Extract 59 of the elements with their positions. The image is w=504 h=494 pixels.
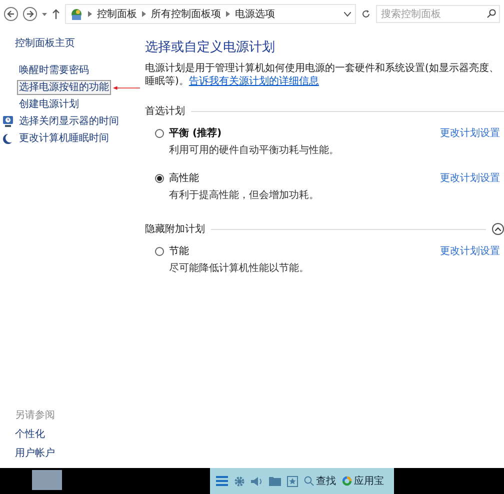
sidebar-link[interactable]: 选择关闭显示器的时间 (17, 114, 121, 129)
arrow-left-icon (7, 10, 15, 18)
up-arrow-icon[interactable] (52, 9, 60, 19)
plan-name: 高性能 (169, 172, 200, 185)
sidebar-link[interactable]: 个性化 (15, 427, 140, 441)
monitor-clock-icon (2, 116, 12, 127)
change-plan-link[interactable]: 更改计划设置 (440, 244, 500, 258)
bookmark-star-icon[interactable] (287, 476, 298, 486)
page-title: 选择或自定义电源计划 (145, 39, 276, 56)
search-icon[interactable] (487, 9, 496, 18)
refresh-icon[interactable] (361, 9, 371, 19)
collapse-button[interactable] (492, 223, 504, 235)
control-panel-icon (70, 8, 83, 20)
change-plan-link[interactable]: 更改计划设置 (440, 126, 500, 140)
sidebar-link[interactable]: 更改计算机睡眠时间 (17, 131, 111, 146)
section-heading: 另请参阅 (15, 408, 56, 422)
chevron-up-icon (495, 227, 501, 231)
arrow-right-icon (26, 10, 34, 18)
sidebar-link[interactable]: 创建电源计划 (17, 97, 81, 112)
plan-name: 平衡 (推荐) (169, 126, 223, 140)
section-heading: 隐藏附加计划 (145, 222, 205, 236)
chevron-right-icon (88, 11, 92, 17)
breadcrumb[interactable]: 控制面板 (97, 7, 137, 21)
app-store-button[interactable]: 应用宝 (342, 474, 384, 488)
moon-icon (3, 134, 12, 144)
radio-button[interactable] (155, 174, 164, 182)
sidebar-link[interactable]: 唤醒时需要密码 (17, 63, 91, 78)
sidebar-link[interactable]: 控制面板主页 (15, 36, 140, 50)
address-bar[interactable]: 控制面板 所有控制面板项 电源选项 (65, 4, 356, 24)
search-button[interactable]: 查找 (304, 474, 336, 488)
breadcrumb[interactable]: 所有控制面板项 (151, 7, 221, 21)
description-text: 电源计划是用于管理计算机如何使用电源的一套硬件和系统设置(如显示器亮度、睡眠等)。告诉我有关源计划的详细信息 (145, 62, 500, 88)
details-link[interactable]: 源计划的详细信息 (238, 76, 319, 87)
forward-button[interactable] (23, 7, 37, 21)
change-plan-link[interactable]: 更改计划设置 (440, 171, 500, 185)
chevron-right-icon (142, 11, 146, 17)
breadcrumb[interactable]: 电源选项 (235, 7, 275, 21)
plan-description: 有利于提高性能，但会增加功耗。 (169, 188, 320, 202)
menu-icon[interactable] (216, 476, 228, 486)
plan-description: 尽可能降低计算机性能以节能。 (169, 262, 310, 275)
chevron-down-icon[interactable] (344, 12, 351, 16)
radio-button[interactable] (155, 246, 164, 256)
annotation-arrow (113, 84, 140, 90)
search-icon (304, 476, 314, 486)
details-link[interactable]: 告诉我有关 (188, 76, 239, 87)
radio-button[interactable] (155, 128, 164, 138)
section-heading: 首选计划 (145, 104, 185, 118)
chevron-right-icon (226, 11, 230, 17)
search-field[interactable]: 搜索控制面板 (376, 5, 500, 23)
speaker-icon[interactable] (251, 476, 263, 486)
settings-icon[interactable] (234, 476, 245, 486)
plan-name: 节能 (169, 244, 190, 258)
back-button[interactable] (4, 7, 18, 21)
sidebar-link[interactable]: 用户帐户 (15, 446, 140, 460)
dropdown-caret-icon[interactable] (42, 12, 47, 16)
ring-logo-icon (342, 476, 352, 486)
folder-icon[interactable] (269, 476, 281, 486)
sidebar-link[interactable]: 选择电源按钮的功能 (17, 80, 111, 95)
plan-description: 利用可用的硬件自动平衡功耗与性能。 (169, 144, 340, 157)
